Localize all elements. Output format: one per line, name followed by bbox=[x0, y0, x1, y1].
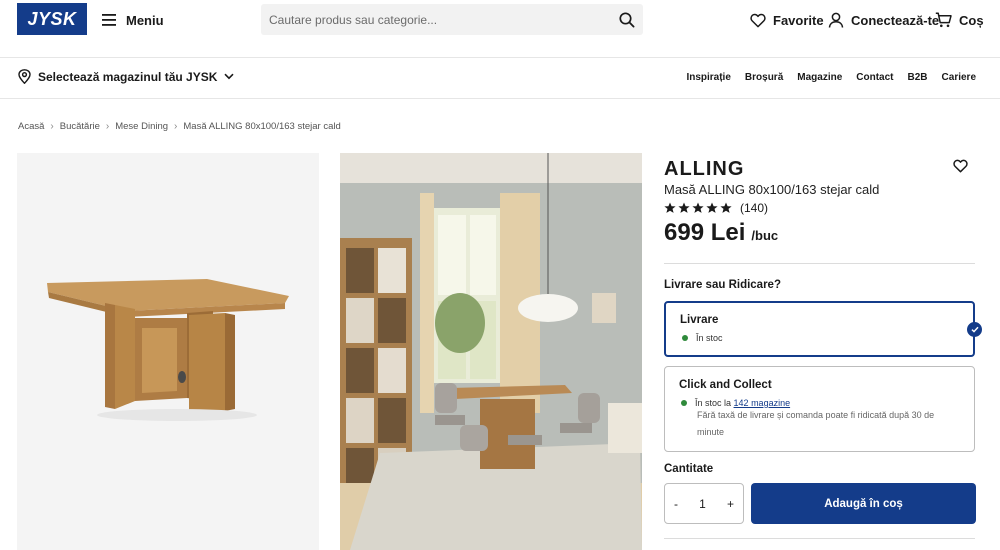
room-scene-illustration bbox=[340, 153, 642, 550]
chevron-right-icon: › bbox=[50, 121, 54, 132]
in-stock-dot-icon bbox=[682, 335, 688, 341]
table-illustration bbox=[47, 279, 289, 421]
divider bbox=[664, 263, 975, 264]
price-unit: /buc bbox=[751, 228, 779, 243]
login-link[interactable]: Conectează-te bbox=[828, 9, 939, 31]
divider bbox=[664, 538, 975, 539]
search-bar bbox=[261, 4, 643, 35]
cart-label: Coș bbox=[959, 12, 984, 28]
breadcrumb: Acasă › Bucătărie › Mese Dining › Masă A… bbox=[18, 121, 341, 132]
jysk-logo[interactable]: JYSK bbox=[17, 3, 87, 35]
hamburger-icon bbox=[102, 14, 116, 26]
search-icon[interactable] bbox=[611, 4, 643, 35]
delivery-section-title: Livrare sau Ridicare? bbox=[664, 279, 781, 291]
product-image-main[interactable] bbox=[17, 153, 319, 550]
delivery-stock-text: În stoc bbox=[696, 333, 723, 343]
link-inspiration[interactable]: Inspirație bbox=[686, 72, 730, 83]
location-pin-icon bbox=[18, 69, 31, 84]
cart-link[interactable]: Coș bbox=[935, 9, 984, 31]
star-icon bbox=[692, 202, 704, 213]
breadcrumb-home[interactable]: Acasă bbox=[18, 121, 44, 132]
link-brochure[interactable]: Broșură bbox=[745, 72, 783, 83]
search-input[interactable] bbox=[261, 4, 611, 35]
heart-icon bbox=[750, 13, 766, 27]
quantity-label: Cantitate bbox=[664, 463, 714, 475]
in-stock-dot-icon bbox=[681, 400, 687, 406]
chevron-right-icon: › bbox=[174, 121, 178, 132]
delivery-option[interactable]: Livrare În stoc bbox=[664, 301, 982, 357]
link-stores[interactable]: Magazine bbox=[797, 72, 842, 83]
logo-text: JYSK bbox=[27, 8, 77, 29]
add-to-cart-button[interactable]: Adaugă în coș bbox=[751, 483, 976, 524]
product-price: 699 Lei /buc bbox=[664, 219, 778, 247]
link-contact[interactable]: Contact bbox=[856, 72, 893, 83]
store-bar: Selectează magazinul tău JYSK Inspirație… bbox=[0, 58, 1000, 99]
star-icon bbox=[720, 202, 732, 213]
link-b2b[interactable]: B2B bbox=[908, 72, 928, 83]
product-rating[interactable]: (140) bbox=[664, 201, 768, 215]
quantity-stepper: - 1 + bbox=[664, 483, 744, 524]
delivery-stock-status: În stoc bbox=[682, 333, 723, 343]
product-image-room[interactable] bbox=[340, 153, 642, 550]
chevron-down-icon bbox=[224, 73, 234, 80]
check-icon bbox=[967, 322, 982, 337]
quantity-increase-button[interactable]: + bbox=[727, 497, 734, 511]
quantity-decrease-button[interactable]: - bbox=[674, 497, 678, 511]
favorites-link[interactable]: Favorite bbox=[750, 9, 824, 31]
collect-note: Fără taxă de livrare și comanda poate fi… bbox=[697, 410, 935, 437]
delivery-option-title: Livrare bbox=[680, 314, 719, 326]
menu-label: Meniu bbox=[126, 12, 164, 28]
star-icon bbox=[664, 202, 676, 213]
site-header: JYSK Meniu Favorite Conectează-te bbox=[0, 0, 1000, 58]
cart-icon bbox=[935, 12, 952, 28]
breadcrumb-dining-tables[interactable]: Mese Dining bbox=[115, 121, 168, 132]
add-to-favorites-button[interactable] bbox=[953, 159, 968, 178]
user-icon bbox=[828, 12, 844, 28]
collect-option-title: Click and Collect bbox=[679, 379, 772, 391]
heart-icon bbox=[953, 159, 968, 173]
product-brand: ALLING bbox=[664, 158, 745, 180]
link-careers[interactable]: Cariere bbox=[942, 72, 976, 83]
price-amount: 699 Lei bbox=[664, 219, 746, 246]
menu-button[interactable]: Meniu bbox=[102, 9, 164, 31]
click-and-collect-option[interactable]: Click and Collect În stoc la 142 magazin… bbox=[664, 366, 975, 452]
favorites-label: Favorite bbox=[773, 12, 824, 28]
product-subtitle: Masă ALLING 80x100/163 stejar cald bbox=[664, 182, 880, 197]
quantity-value[interactable]: 1 bbox=[699, 497, 706, 511]
store-select-button[interactable]: Selectează magazinul tău JYSK bbox=[18, 69, 234, 84]
store-select-label: Selectează magazinul tău JYSK bbox=[38, 69, 218, 84]
star-icon bbox=[706, 202, 718, 213]
star-icon bbox=[678, 202, 690, 213]
rating-stars bbox=[664, 202, 732, 214]
login-label: Conectează-te bbox=[851, 12, 940, 28]
breadcrumb-kitchen[interactable]: Bucătărie bbox=[60, 121, 100, 132]
rating-count: (140) bbox=[740, 201, 769, 215]
top-links: Inspirație Broșură Magazine Contact B2B … bbox=[686, 72, 976, 83]
breadcrumb-current: Masă ALLING 80x100/163 stejar cald bbox=[183, 121, 341, 132]
chevron-right-icon: › bbox=[105, 121, 110, 132]
